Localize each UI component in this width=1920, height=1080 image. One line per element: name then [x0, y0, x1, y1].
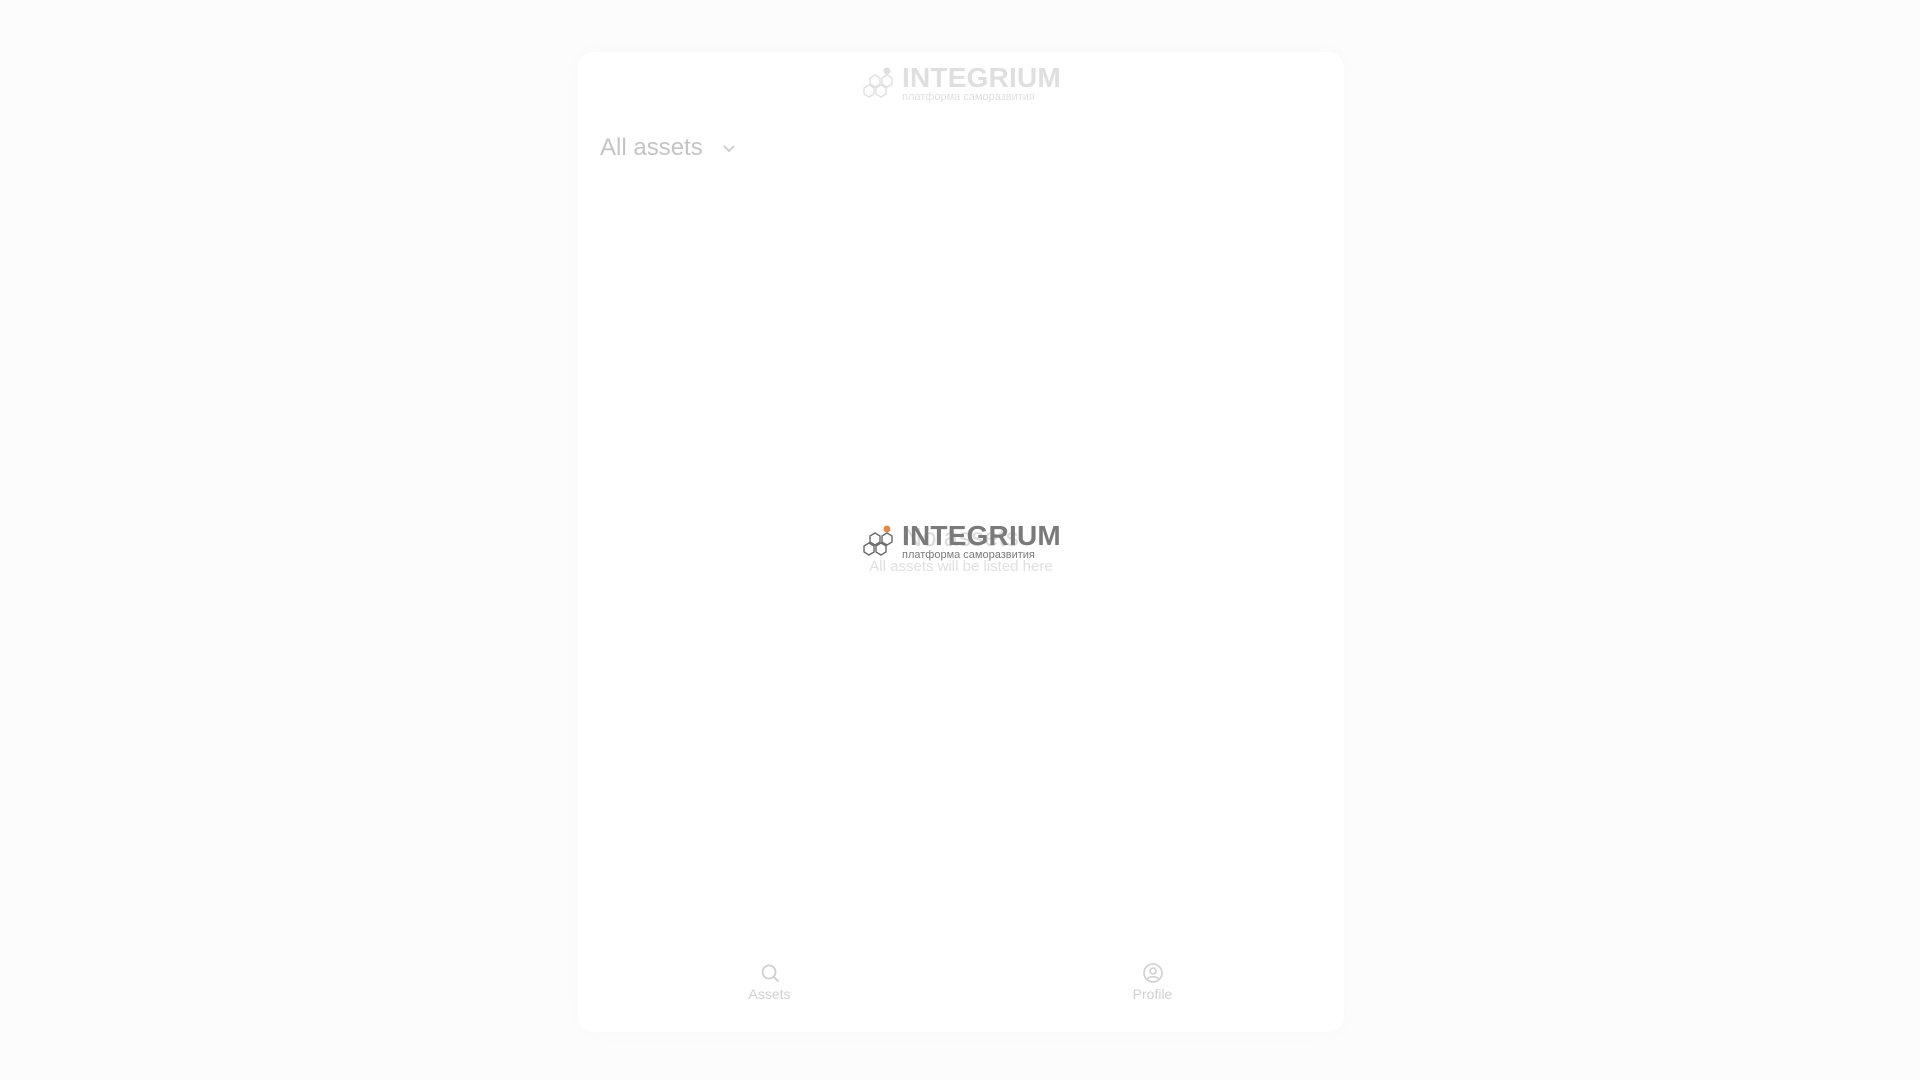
header-logo-subtitle: платформа саморазвития — [902, 91, 1035, 103]
bottom-tab-bar: Assets Profile — [578, 932, 1344, 1032]
asset-filter-label: All assets — [600, 134, 703, 161]
loading-logo-text: INTEGRIUM платформа саморазвития — [902, 520, 1061, 562]
tab-profile[interactable]: Profile — [961, 932, 1344, 1032]
loading-logo: INTEGRIUM платформа саморазвития — [862, 520, 1066, 562]
tab-assets[interactable]: Assets — [578, 932, 961, 1032]
asset-filter-dropdown[interactable]: All assets — [600, 134, 737, 162]
hexagon-cluster-logo-icon — [863, 67, 893, 98]
app-frame: INTEGRIUM платформа саморазвития All ass… — [578, 52, 1344, 1032]
header-logo-text: INTEGRIUM платформа саморазвития — [902, 62, 1061, 104]
header-logo-title: INTEGRIUM — [902, 62, 1061, 93]
search-icon — [761, 964, 779, 982]
hexagon-cluster-logo-icon — [863, 525, 893, 556]
header-logo: INTEGRIUM платформа саморазвития — [862, 62, 1066, 104]
loading-logo-title: INTEGRIUM — [902, 520, 1061, 551]
loading-logo-subtitle: платформа саморазвития — [902, 549, 1035, 561]
user-circle-icon — [1142, 963, 1163, 983]
chevron-down-icon — [723, 145, 735, 153]
tab-profile-label: Profile — [1132, 986, 1173, 1002]
tab-assets-label: Assets — [748, 986, 791, 1002]
